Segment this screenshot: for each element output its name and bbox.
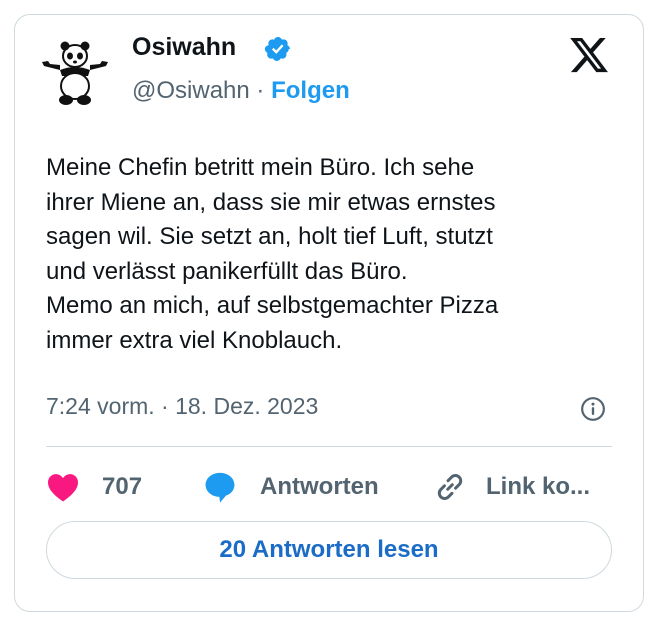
read-replies-button[interactable]: 20 Antworten lesen — [46, 521, 612, 579]
like-count: 707 — [102, 473, 143, 500]
avatar[interactable] — [34, 32, 116, 114]
heart-icon — [48, 474, 78, 502]
author-handle[interactable]: @Osiwahn — [132, 77, 250, 104]
separator-dot: · — [256, 77, 265, 104]
author-handle-row: @Osiwahn · Folgen — [132, 77, 350, 105]
reply-label: Antworten — [260, 473, 379, 500]
read-replies-label: 20 Antworten lesen — [219, 536, 439, 563]
post-timestamp[interactable]: 7:24 vorm. · 18. Dez. 2023 — [46, 393, 318, 420]
follow-button[interactable]: Folgen — [271, 77, 350, 104]
link-icon — [437, 474, 463, 500]
info-icon[interactable] — [580, 396, 606, 422]
like-button[interactable]: 707 — [46, 468, 142, 506]
reply-button[interactable]: Antworten — [202, 468, 379, 506]
copy-link-label: Link ko... — [486, 473, 591, 500]
divider — [46, 446, 612, 447]
verified-badge-icon — [264, 37, 290, 61]
copy-link-button[interactable]: Link ko... — [432, 468, 590, 506]
post-text: Meine Chefin betritt mein Büro. Ich sehe… — [46, 154, 499, 354]
author-name[interactable]: Osiwahn — [132, 33, 236, 62]
x-logo-icon[interactable] — [567, 34, 611, 76]
speech-bubble-icon — [205, 472, 235, 503]
